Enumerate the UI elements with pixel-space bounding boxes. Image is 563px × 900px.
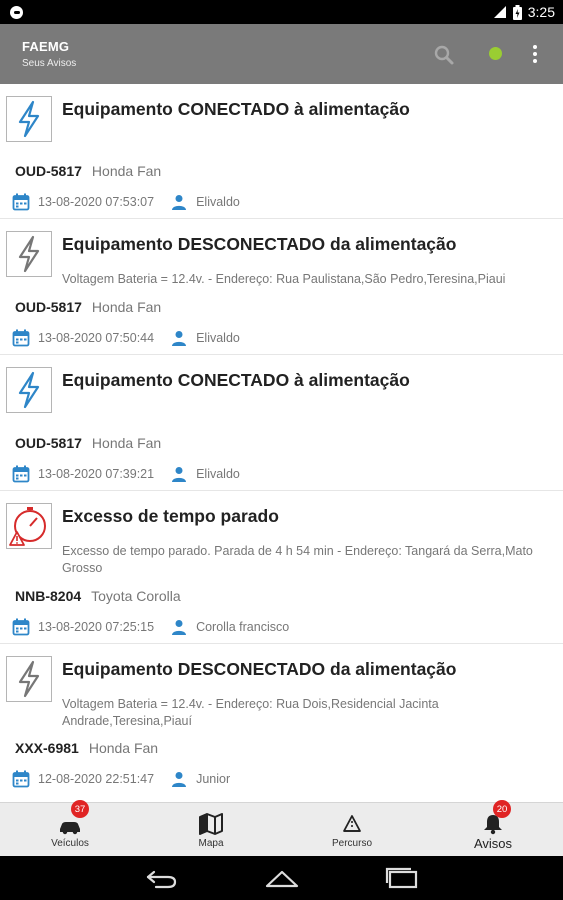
alert-card[interactable]: Excesso de tempo parado Excesso de tempo…: [0, 491, 563, 644]
calendar-icon: [12, 193, 30, 211]
nav-item-mapa[interactable]: Mapa: [141, 803, 281, 857]
home-icon[interactable]: [264, 866, 300, 890]
route-icon: [343, 815, 361, 832]
power-bolt-icon: [6, 367, 52, 413]
more-options-icon[interactable]: [526, 43, 544, 65]
person-icon: [172, 467, 187, 482]
alert-title: Excesso de tempo parado: [62, 506, 279, 526]
vehicle-model: Honda Fan: [91, 299, 162, 315]
search-icon[interactable]: [433, 44, 455, 66]
alert-driver: Junior: [196, 772, 231, 786]
app-bar: FAEMG Seus Avisos: [0, 24, 563, 84]
stopwatch-warning-icon: [6, 503, 52, 549]
alert-meta: 13-08-2020 07:50:44 Elivaldo: [12, 329, 240, 347]
alert-card[interactable]: Equipamento DESCONECTADO da alimentação …: [0, 219, 563, 355]
person-icon: [172, 620, 187, 635]
alert-driver: Elivaldo: [196, 331, 240, 345]
nav-label: Mapa: [198, 838, 224, 849]
vehicle-model: Honda Fan: [91, 163, 162, 179]
alert-description: Voltagem Bateria = 12.4v. - Endereço: Ru…: [62, 697, 439, 728]
nav-item-veiculos[interactable]: 37 Veículos: [0, 800, 140, 857]
nav-label: Percurso: [331, 838, 372, 849]
app-title: FAEMG: [22, 39, 70, 54]
vehicle-model: Honda Fan: [91, 435, 162, 451]
alert-driver: Corolla francisco: [196, 620, 290, 634]
system-navigation-bar: [0, 856, 563, 900]
alerts-list: Equipamento CONECTADO à alimentação OUD-…: [0, 84, 563, 802]
map-icon: [199, 813, 223, 835]
vehicle-model: Honda Fan: [88, 740, 159, 756]
alert-datetime: 13-08-2020 07:25:15: [38, 620, 155, 634]
vehicle-plate: OUD-5817: [15, 435, 82, 451]
person-icon: [172, 772, 187, 787]
alert-title: Equipamento CONECTADO à alimentação: [62, 370, 410, 390]
alert-meta: 13-08-2020 07:39:21 Elivaldo: [12, 465, 240, 483]
calendar-icon: [12, 618, 30, 636]
connection-status-indicator[interactable]: [489, 47, 502, 60]
calendar-icon: [12, 770, 30, 788]
alert-datetime: 13-08-2020 07:39:21: [38, 467, 155, 481]
alert-meta: 13-08-2020 07:25:15 Corolla francisco: [12, 618, 289, 636]
calendar-icon: [12, 329, 30, 347]
nav-label: Veículos: [51, 838, 89, 849]
app-subtitle: Seus Avisos: [22, 58, 77, 69]
alert-description: Voltagem Bateria = 12.4v. - Endereço: Ru…: [62, 272, 506, 286]
vehicle-plate: OUD-5817: [15, 163, 82, 179]
status-time: 3:25: [527, 4, 555, 20]
alert-datetime: 13-08-2020 07:53:07: [38, 195, 155, 209]
vehicle-info: XXX-6981 Honda Fan: [15, 740, 158, 756]
alerts-badge: 20: [493, 800, 511, 818]
nav-item-avisos[interactable]: 20 Avisos: [423, 800, 563, 857]
alert-card[interactable]: Equipamento CONECTADO à alimentação OUD-…: [0, 355, 563, 491]
alert-driver: Elivaldo: [196, 467, 240, 481]
vehicle-info: OUD-5817 Honda Fan: [15, 299, 161, 315]
alert-card[interactable]: Equipamento DESCONECTADO da alimentação …: [0, 644, 563, 802]
alert-datetime: 12-08-2020 22:51:47: [38, 772, 155, 786]
battery-icon: [512, 4, 522, 20]
vehicle-plate: XXX-6981: [15, 740, 79, 756]
person-icon: [172, 331, 187, 346]
alert-driver: Elivaldo: [196, 195, 240, 209]
power-bolt-icon: [6, 96, 52, 142]
alert-datetime: 13-08-2020 07:50:44: [38, 331, 155, 345]
alert-meta: 12-08-2020 22:51:47 Junior: [12, 770, 230, 788]
power-bolt-icon: [6, 656, 52, 702]
vehicles-badge: 37: [71, 800, 89, 818]
person-icon: [172, 195, 187, 210]
alert-description: Excesso de tempo parado. Parada de 4 h 5…: [62, 544, 533, 575]
recent-apps-icon[interactable]: [384, 866, 420, 890]
nav-label: Avisos: [473, 836, 513, 851]
calendar-icon: [12, 465, 30, 483]
back-icon[interactable]: [144, 866, 180, 890]
alert-title: Equipamento DESCONECTADO da alimentação: [62, 234, 457, 254]
vehicle-info: NNB-8204 Toyota Corolla: [15, 588, 181, 604]
vehicle-info: OUD-5817 Honda Fan: [15, 163, 161, 179]
bottom-navigation: 37 Veículos Mapa Percurso 20 Avisos: [0, 800, 563, 857]
nav-item-percurso[interactable]: Percurso: [282, 803, 422, 857]
alert-title: Equipamento DESCONECTADO da alimentação: [62, 659, 457, 679]
vehicle-plate: NNB-8204: [15, 588, 82, 604]
alert-meta: 13-08-2020 07:53:07 Elivaldo: [12, 193, 240, 211]
alert-card[interactable]: Equipamento CONECTADO à alimentação OUD-…: [0, 84, 563, 219]
notification-icon: [10, 5, 23, 19]
status-bar: 3:25: [0, 0, 563, 24]
vehicle-info: OUD-5817 Honda Fan: [15, 435, 161, 451]
alert-title: Equipamento CONECTADO à alimentação: [62, 99, 410, 119]
vehicle-model: Toyota Corolla: [91, 588, 181, 604]
signal-icon: [493, 6, 506, 18]
power-bolt-icon: [6, 231, 52, 277]
vehicle-plate: OUD-5817: [15, 299, 82, 315]
